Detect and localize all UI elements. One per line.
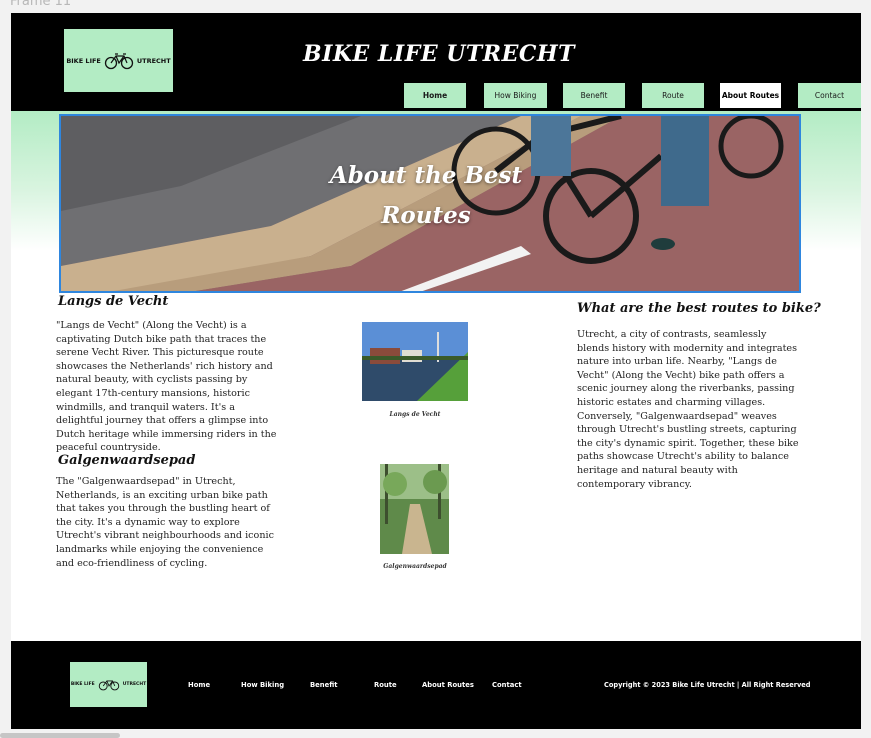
nav-home[interactable]: Home — [404, 83, 466, 108]
hero-banner: About the Best Routes — [59, 114, 801, 293]
site-logo[interactable]: BIKE LIFE UTRECHT — [64, 29, 173, 92]
route-text-langs-de-vecht: "Langs de Vecht" (Along the Vecht) is a … — [56, 320, 277, 454]
best-routes-heading: What are the best routes to bike? — [577, 301, 821, 316]
frame-label: Frame 11 — [10, 0, 72, 9]
nav-route[interactable]: Route — [642, 83, 704, 108]
footer-nav-contact[interactable]: Contact — [492, 681, 522, 689]
horizontal-scrollbar[interactable] — [0, 733, 120, 738]
nav-how-biking[interactable]: How Biking — [484, 83, 547, 108]
hero-title: About the Best Routes — [61, 156, 773, 236]
copyright-text: Copyright © 2023 Bike Life Utrecht | All… — [604, 681, 811, 689]
route-heading-langs-de-vecht: Langs de Vecht — [58, 294, 169, 309]
logo-text-right: UTRECHT — [136, 56, 171, 65]
photo-langs-de-vecht — [362, 322, 468, 401]
site-title: BIKE LIFE UTRECHT — [303, 41, 576, 67]
page-frame: BIKE LIFE UTRECHT BIKE LIFE UTRECHT Home… — [11, 13, 861, 729]
footer-logo[interactable]: BIKE LIFE UTRECHT — [70, 662, 147, 707]
footer-nav-benefit[interactable]: Benefit — [310, 681, 338, 689]
caption-langs-de-vecht: Langs de Vecht — [389, 411, 441, 418]
logo-text-left: BIKE LIFE — [66, 56, 101, 65]
footer-nav-about-routes[interactable]: About Routes — [422, 681, 474, 689]
bicycle-icon — [98, 680, 119, 691]
route-heading-galgenwaardsepad: Galgenwaardsepad — [58, 453, 196, 468]
bicycle-icon — [104, 52, 134, 69]
nav-benefit[interactable]: Benefit — [563, 83, 625, 108]
footer-nav-home[interactable]: Home — [188, 681, 210, 689]
route-text-galgenwaardsepad: The "Galgenwaardsepad" in Utrecht, Nethe… — [56, 476, 274, 569]
hero-title-line1: About the Best — [329, 162, 523, 189]
footer-logo-text-right: UTRECHT — [122, 682, 147, 687]
footer-nav-route[interactable]: Route — [374, 681, 397, 689]
best-routes-text: Utrecht, a city of contrasts, seamlessly… — [577, 329, 799, 490]
footer-logo-text-left: BIKE LIFE — [70, 682, 95, 687]
nav-contact[interactable]: Contact — [798, 83, 861, 108]
nav-about-routes[interactable]: About Routes — [720, 83, 781, 108]
photo-galgenwaardsepad — [380, 464, 449, 554]
hero-title-line2: Routes — [381, 202, 471, 229]
caption-galgenwaardsepad: Galgenwaardsepad — [383, 563, 447, 570]
footer-nav-how-biking[interactable]: How Biking — [241, 681, 284, 689]
